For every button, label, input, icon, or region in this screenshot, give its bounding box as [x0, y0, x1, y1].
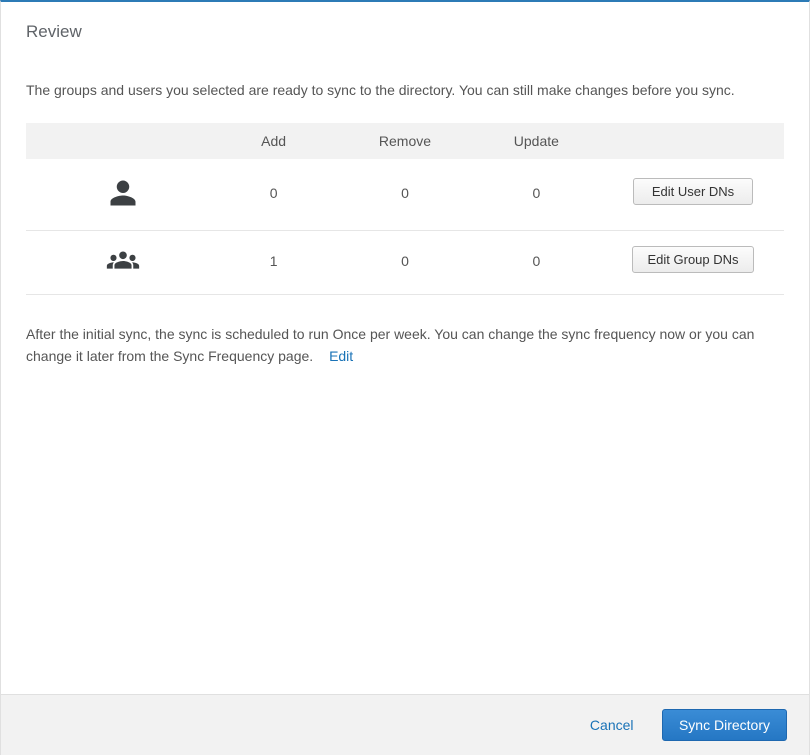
- sync-summary-table: Add Remove Update 0 0 0 Edit User DNs: [26, 123, 784, 295]
- edit-user-dns-button[interactable]: Edit User DNs: [633, 178, 753, 205]
- table-header-row: Add Remove Update: [26, 123, 784, 159]
- groups-remove-value: 0: [339, 231, 470, 295]
- group-icon: [104, 249, 142, 273]
- groups-update-value: 0: [471, 231, 602, 295]
- users-row: 0 0 0 Edit User DNs: [26, 159, 784, 231]
- header-update: Update: [471, 123, 602, 159]
- dialog-footer: Cancel Sync Directory: [1, 694, 809, 755]
- edit-group-dns-button[interactable]: Edit Group DNs: [632, 246, 753, 273]
- users-update-value: 0: [471, 159, 602, 231]
- groups-add-value: 1: [208, 231, 339, 295]
- header-add: Add: [208, 123, 339, 159]
- users-icon-cell: [26, 159, 208, 231]
- header-action-blank: [602, 123, 784, 159]
- cancel-button[interactable]: Cancel: [590, 717, 634, 733]
- users-add-value: 0: [208, 159, 339, 231]
- groups-row: 1 0 0 Edit Group DNs: [26, 231, 784, 295]
- header-blank: [26, 123, 208, 159]
- schedule-text: After the initial sync, the sync is sche…: [26, 326, 754, 364]
- header-remove: Remove: [339, 123, 470, 159]
- user-icon: [108, 177, 138, 209]
- edit-frequency-link[interactable]: Edit: [329, 348, 353, 364]
- description-text: The groups and users you selected are re…: [26, 82, 784, 98]
- groups-icon-cell: [26, 231, 208, 295]
- groups-action-cell: Edit Group DNs: [602, 231, 784, 295]
- users-action-cell: Edit User DNs: [602, 159, 784, 231]
- sync-directory-button[interactable]: Sync Directory: [662, 709, 787, 741]
- users-remove-value: 0: [339, 159, 470, 231]
- page-title: Review: [26, 22, 784, 42]
- schedule-text-container: After the initial sync, the sync is sche…: [26, 323, 784, 368]
